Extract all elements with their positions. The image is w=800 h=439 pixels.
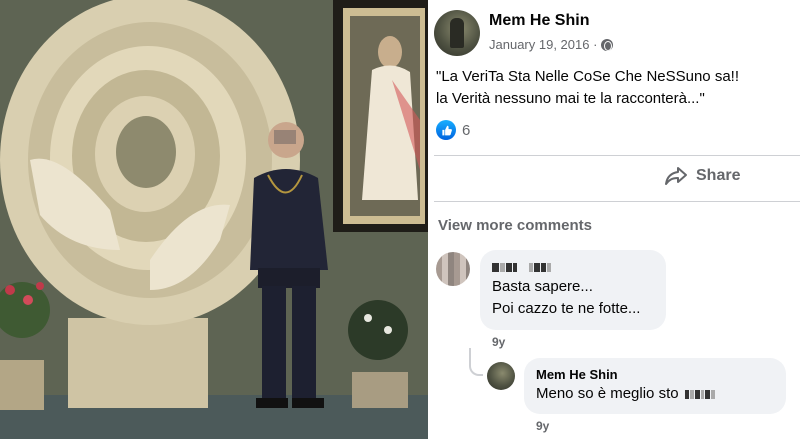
comment-text-line2: Poi cazzo te ne fotte... (492, 300, 641, 317)
post-text-line1: "La VeriTa Sta Nelle CoSe Che NeSSuno sa… (436, 68, 739, 85)
post-text-line2: la Verità nessuno mai te la racconterà..… (436, 90, 705, 107)
post-photo[interactable] (0, 0, 428, 439)
author-avatar[interactable] (434, 10, 480, 56)
reply-author-name[interactable]: Mem He Shin (536, 365, 774, 383)
share-button[interactable]: Share (664, 166, 740, 186)
reply-avatar[interactable] (487, 362, 515, 390)
like-icon (436, 120, 456, 140)
share-icon (665, 167, 687, 185)
reply-bubble: Mem He Shin Meno so è meglio sto (524, 358, 786, 414)
comment-author-redacted[interactable] (492, 258, 654, 276)
post-meta: January 19, 2016 · (489, 37, 614, 52)
reply-text: Meno so è meglio sto (536, 383, 774, 405)
pixelated-word (684, 389, 715, 399)
comment-avatar[interactable] (436, 252, 470, 286)
post-panel: Mem He Shin January 19, 2016 · "La VeriT… (428, 0, 800, 439)
post-author-name[interactable]: Mem He Shin (489, 12, 589, 30)
photo-illustration (0, 0, 428, 439)
comment-bubble: Basta sapere... Poi cazzo te ne fotte... (480, 250, 666, 330)
actions-divider-top (434, 155, 800, 156)
share-label: Share (696, 167, 741, 184)
reply-thread-line (469, 348, 483, 376)
pixelated-name (492, 262, 551, 272)
reply-text-content: Meno so è meglio sto (536, 385, 679, 402)
post-text: "La VeriTa Sta Nelle CoSe Che NeSSuno sa… (436, 66, 792, 110)
reaction-count: 6 (462, 121, 471, 139)
comment-text-line1: Basta sapere... (492, 278, 593, 295)
globe-icon[interactable] (601, 38, 614, 51)
reactions-summary[interactable]: 6 (436, 120, 470, 140)
view-more-comments-link[interactable]: View more comments (438, 217, 592, 234)
comment-timestamp[interactable]: 9y (492, 335, 505, 349)
post-date[interactable]: January 19, 2016 · (489, 37, 597, 52)
reply-timestamp[interactable]: 9y (536, 419, 549, 433)
actions-divider-bottom (434, 201, 800, 202)
